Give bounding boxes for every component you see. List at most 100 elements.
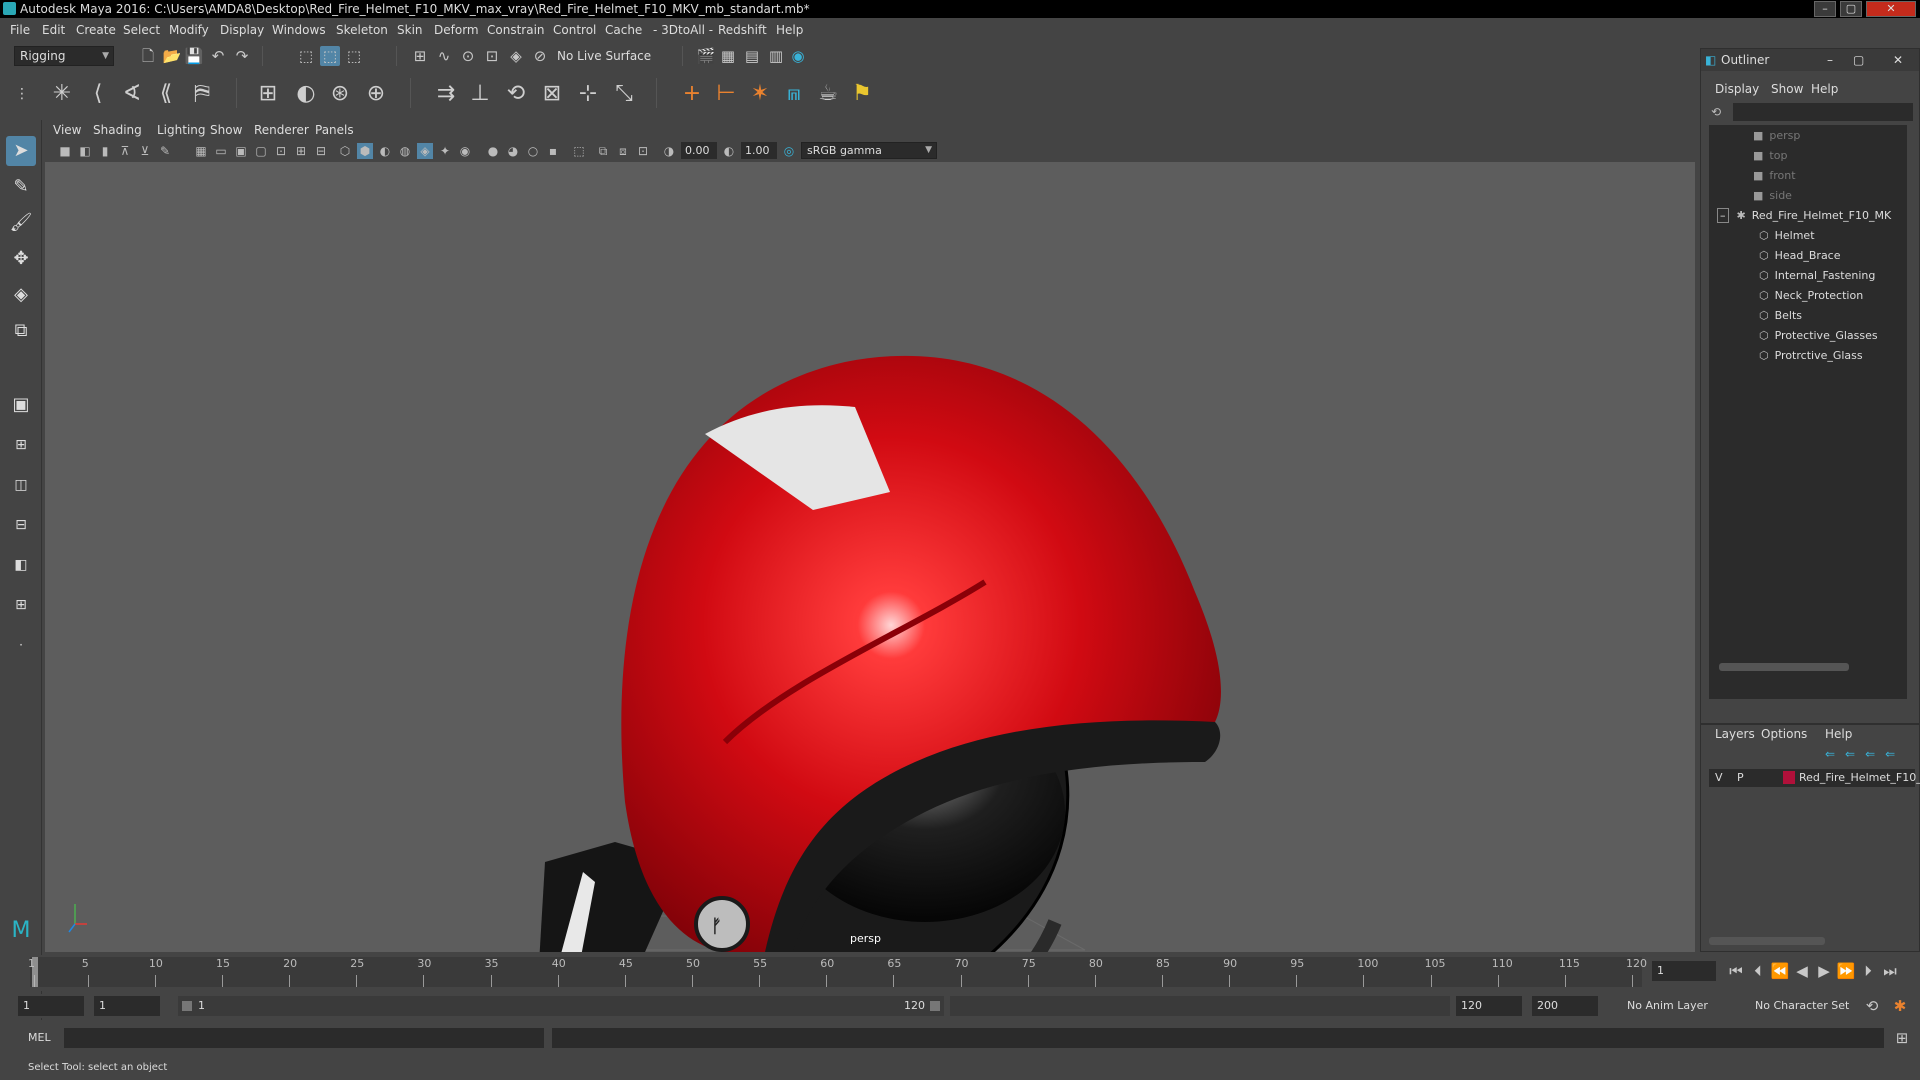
bookmark-icon[interactable]: ▮ <box>97 143 113 159</box>
outliner-menu-display[interactable]: Display <box>1715 82 1759 96</box>
menu-select[interactable]: Select <box>123 23 160 37</box>
new-scene-icon[interactable]: 🗋 <box>138 46 158 66</box>
depth-of-field-icon[interactable]: ○ <box>525 143 541 159</box>
rotate-tool-icon[interactable]: ◈ <box>6 280 36 310</box>
menu-modify[interactable]: Modify <box>169 23 209 37</box>
outliner-item-front[interactable]: ■ front <box>1753 169 1796 182</box>
outliner-menu-show[interactable]: Show <box>1771 82 1803 96</box>
menu-skeleton[interactable]: Skeleton <box>336 23 388 37</box>
gate-mask-icon[interactable]: ▢ <box>253 143 269 159</box>
menu-help[interactable]: Help <box>776 23 803 37</box>
layout-four-icon[interactable]: ⊞ <box>6 430 36 460</box>
viewport-menu-renderer[interactable]: Renderer <box>254 123 309 137</box>
menu-constrain[interactable]: Constrain <box>487 23 545 37</box>
select-component-icon[interactable]: ⬚ <box>344 46 364 66</box>
layer-visibility-toggle[interactable]: V <box>1715 771 1723 784</box>
scale-tool-icon[interactable]: ⧉ <box>6 316 36 346</box>
menu-deform[interactable]: Deform <box>434 23 479 37</box>
outliner-item-internal-fastening[interactable]: ⬡ Internal_Fastening <box>1759 269 1875 282</box>
exposure-icon[interactable]: ◑ <box>661 143 677 159</box>
outliner-menu-help[interactable]: Help <box>1811 82 1838 96</box>
range-handle-start[interactable] <box>182 1001 192 1011</box>
select-hierarchy-icon[interactable]: ⬚ <box>296 46 316 66</box>
weight-hammer-icon[interactable]: ⤡ <box>608 78 640 110</box>
influence-icon[interactable]: ⊹ <box>572 78 604 110</box>
layout-hypershade-icon[interactable]: ⊞ <box>6 590 36 620</box>
end-frame-field[interactable]: 200 <box>1532 996 1598 1016</box>
outliner-item-side[interactable]: ■ side <box>1753 189 1792 202</box>
outliner-item-head-brace[interactable]: ⬡ Head_Brace <box>1759 249 1841 262</box>
blend-shape-icon[interactable]: ⊕ <box>360 78 392 110</box>
aim-constraint-icon[interactable]: ⊢ <box>710 78 742 110</box>
perspective-viewport[interactable]: ᚠ persp <box>45 162 1695 952</box>
layer-menu-options[interactable]: Options <box>1761 727 1807 741</box>
viewport-menu-lighting[interactable]: Lighting <box>157 123 206 137</box>
xray-icon[interactable]: ⬚ <box>571 143 587 159</box>
menuset-dropdown[interactable]: Rigging ▼ <box>14 46 114 66</box>
color-management-icon[interactable]: ◎ <box>781 143 797 159</box>
menu-cache[interactable]: Cache <box>605 23 642 37</box>
hypershade-icon[interactable]: ◉ <box>788 46 808 66</box>
wire-icon[interactable]: ⊛ <box>324 78 356 110</box>
xray-joints-icon[interactable]: ⧉ <box>595 143 611 159</box>
render-frame-icon[interactable]: ▦ <box>718 46 738 66</box>
menu-3dtoall[interactable]: - 3DtoAll - <box>653 23 713 37</box>
render-icon[interactable]: ☕ <box>812 78 844 110</box>
range-handle-end[interactable] <box>930 1001 940 1011</box>
maximize-button[interactable]: ▢ <box>1840 1 1862 17</box>
orient-constraint-icon[interactable]: ✶ <box>744 78 776 110</box>
menu-redshift[interactable]: Redshift <box>718 23 767 37</box>
layer-name[interactable]: Red_Fire_Helmet_F10_ <box>1799 771 1920 784</box>
layer-playback-toggle[interactable]: P <box>1737 771 1744 784</box>
outliner-item-helmet[interactable]: ⬡ Helmet <box>1759 229 1815 242</box>
render-view-icon[interactable]: ▥ <box>766 46 786 66</box>
command-input[interactable] <box>64 1028 544 1048</box>
layer-menu-help[interactable]: Help <box>1825 727 1852 741</box>
exposure-field[interactable]: 0.00 <box>681 142 717 159</box>
outliner-item-root[interactable]: – ✱ Red_Fire_Helmet_F10_MK <box>1717 208 1891 223</box>
next-key-icon[interactable]: ⏩ <box>1836 961 1856 981</box>
snap-grid-icon[interactable]: ⊞ <box>410 46 430 66</box>
anim-layer-dropdown[interactable]: No Anim Layer <box>1622 996 1740 1016</box>
grease-pencil-icon[interactable]: ✎ <box>157 143 173 159</box>
field-chart-icon[interactable]: ⊡ <box>273 143 289 159</box>
go-to-start-icon[interactable]: ⏮ <box>1726 961 1746 981</box>
layer-menu-layers[interactable]: Layers <box>1715 727 1755 741</box>
menu-windows[interactable]: Windows <box>272 23 326 37</box>
snap-view-icon[interactable]: ⊡ <box>482 46 502 66</box>
outliner-filter-icon[interactable]: ⟲ <box>1711 105 1721 119</box>
outliner-maximize-icon[interactable]: ▢ <box>1853 49 1864 71</box>
layer-row[interactable]: V P Red_Fire_Helmet_F10_ <box>1709 769 1920 787</box>
joint-tool-icon[interactable]: ✳ <box>46 78 78 110</box>
play-forward-icon[interactable]: ▶ <box>1814 961 1834 981</box>
anti-alias-icon[interactable]: ◕ <box>505 143 521 159</box>
current-frame-field[interactable]: 1 <box>1652 961 1716 981</box>
outliner-close-icon[interactable]: ✕ <box>1893 49 1903 71</box>
layout-side-icon[interactable]: ◫ <box>6 470 36 500</box>
mirror-joint-icon[interactable]: ⟪ <box>150 78 182 110</box>
go-to-end-icon[interactable]: ⏭ <box>1880 961 1900 981</box>
minimize-button[interactable]: – <box>1814 1 1836 17</box>
menu-create[interactable]: Create <box>76 23 116 37</box>
layout-single-icon[interactable]: ▣ <box>6 390 36 420</box>
collapse-icon[interactable]: – <box>1717 208 1729 223</box>
outliner-scrollbar-horizontal[interactable] <box>1719 663 1849 671</box>
open-scene-icon[interactable]: 📂 <box>162 46 182 66</box>
time-slider[interactable]: 1510152025303540455055606570758085909510… <box>0 955 1920 991</box>
point-constraint-icon[interactable]: + <box>676 78 708 110</box>
safe-title-icon[interactable]: ⊟ <box>313 143 329 159</box>
playback-end-field[interactable]: 120 <box>1456 996 1522 1016</box>
outliner-item-belts[interactable]: ⬡ Belts <box>1759 309 1802 322</box>
ambient-occlusion-icon[interactable]: ◉ <box>457 143 473 159</box>
ipr-render-icon[interactable]: ▤ <box>742 46 762 66</box>
two-d-pan-icon[interactable]: ⊻ <box>137 143 153 159</box>
cluster-icon[interactable]: ◐ <box>290 78 322 110</box>
safe-action-icon[interactable]: ⊞ <box>293 143 309 159</box>
motion-blur-icon[interactable]: ● <box>485 143 501 159</box>
ik-handle-icon[interactable]: ⟨ <box>82 78 114 110</box>
paint-weights-icon[interactable]: ⟲ <box>500 78 532 110</box>
outliner-item-persp[interactable]: ■ persp <box>1753 129 1800 142</box>
live-surface-field[interactable]: No Live Surface <box>552 47 652 65</box>
snap-surface-icon[interactable]: ◈ <box>506 46 526 66</box>
step-forward-icon[interactable]: ⏵ <box>1858 961 1878 981</box>
